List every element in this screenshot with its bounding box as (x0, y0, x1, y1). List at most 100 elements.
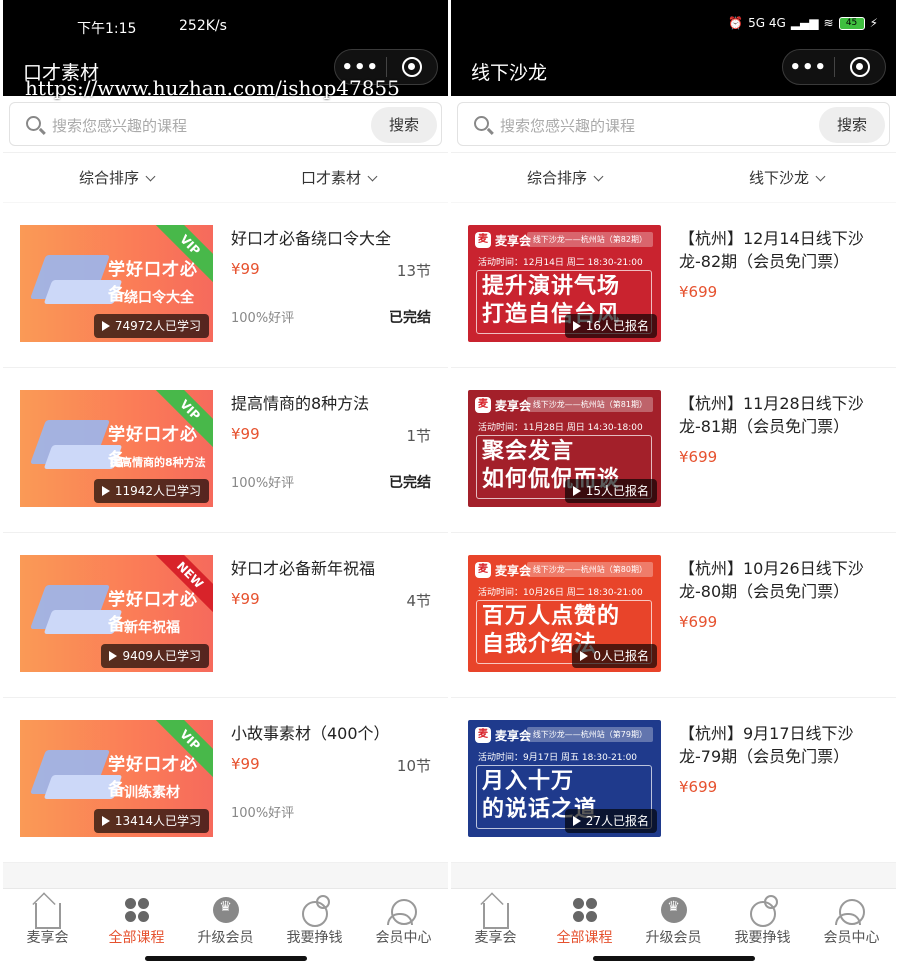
brand-name: 麦享会 (495, 233, 532, 248)
bottom-nav: 麦享会 全部课程 升级会员 我要挣钱 会员中心 (451, 888, 896, 969)
salon-price: ¥699 (679, 448, 718, 466)
category-filter[interactable]: 线下沙龙 (749, 167, 826, 188)
nav-label: 全部课程 (108, 930, 165, 946)
more-icon[interactable]: ••• (335, 57, 386, 78)
course-title[interactable]: 提高情商的8种方法 (231, 392, 436, 415)
nav-label: 升级会员 (197, 930, 254, 946)
home-indicator[interactable] (145, 956, 307, 961)
poster-line-1: 聚会发言 (482, 439, 575, 464)
search-input[interactable]: 搜索您感兴趣的课程 搜索 (457, 102, 890, 146)
search-input[interactable]: 搜索您感兴趣的课程 搜索 (9, 102, 442, 146)
salon-item[interactable]: 麦麦享会 线下沙龙——杭州站（第81期） 活动时间：11月28日 周日 14:30-… (451, 368, 896, 533)
status-bar: 下午1:15 252K/s (3, 16, 448, 40)
nav-item-member-center[interactable]: 会员中心 (807, 893, 896, 949)
signups-badge: 0人已报名 (572, 644, 657, 668)
search-button[interactable]: 搜索 (819, 107, 885, 143)
event-time: 活动时间：9月17日 周五 18:30-21:00 (478, 753, 638, 763)
nav-item-member-center[interactable]: 会员中心 (359, 893, 448, 949)
salon-poster[interactable]: 麦麦享会 线下沙龙——杭州站（第79期） 活动时间：9月17日 周五 18:30-2… (468, 720, 661, 837)
nav-item-upgrade[interactable]: 升级会员 (629, 893, 718, 949)
rating-text: 100%好评 (231, 806, 295, 821)
nav-item-all-courses[interactable]: 全部课程 (92, 893, 181, 949)
course-price: ¥99 (231, 755, 260, 773)
course-thumbnail[interactable]: 学好口才必备 新年祝福 NEW 9409人已学习 (20, 555, 213, 672)
sort-filter-label: 综合排序 (79, 169, 140, 187)
nav-item-earn[interactable]: 我要挣钱 (718, 893, 807, 949)
play-icon (101, 816, 110, 826)
brand-logo-icon: 麦 (475, 232, 491, 248)
course-thumbnail[interactable]: 学好口才必备 绕口令大全 VIP 74972人已学习 (20, 225, 213, 342)
course-item[interactable]: 学好口才必备 提高情商的8种方法 VIP 11942人已学习 提高情商的8种方法… (3, 368, 448, 533)
charging-icon: ⚡ (869, 16, 878, 30)
event-time: 活动时间：12月14日 周二 18:30-21:00 (478, 258, 643, 268)
nav-item-upgrade[interactable]: 升级会员 (181, 893, 270, 949)
thumb-subtitle: 绕口令大全 (124, 290, 194, 306)
course-title[interactable]: 好口才必备新年祝福 (231, 557, 436, 580)
more-icon[interactable]: ••• (783, 57, 834, 78)
salon-item[interactable]: 麦麦享会 线下沙龙——杭州站（第79期） 活动时间：9月17日 周五 18:30-2… (451, 698, 896, 863)
play-icon (101, 321, 110, 331)
lesson-count: 13节 (396, 262, 431, 280)
station-label: 线下沙龙——杭州站（第81期） (526, 397, 653, 412)
nav-item-home[interactable]: 麦享会 (3, 893, 92, 949)
salon-poster[interactable]: 麦麦享会 线下沙龙——杭州站（第82期） 活动时间：12月14日 周二 18:30-… (468, 225, 661, 342)
status-speed: 252K/s (179, 18, 227, 34)
alarm-icon: ⏰ (728, 16, 744, 30)
course-item[interactable]: 学好口才必备 新年祝福 NEW 9409人已学习 好口才必备新年祝福 ¥99 4… (3, 533, 448, 698)
filter-bar: 综合排序 口才素材 (3, 152, 448, 202)
nav-item-home[interactable]: 麦享会 (451, 893, 540, 949)
filter-bar: 综合排序 线下沙龙 (451, 152, 896, 202)
sort-filter[interactable]: 综合排序 (527, 167, 604, 188)
brand-logo-icon: 麦 (475, 727, 491, 743)
salon-title[interactable]: 【杭州】9月17日线下沙龙-79期（会员免门票） (679, 722, 884, 768)
nav-label: 麦享会 (474, 930, 517, 946)
nav-item-earn[interactable]: 我要挣钱 (270, 893, 359, 949)
salon-title[interactable]: 【杭州】10月26日线下沙龙-80期（会员免门票） (679, 557, 884, 603)
lesson-count: 1节 (406, 427, 431, 445)
course-item[interactable]: 学好口才必备 绕口令大全 VIP 74972人已学习 好口才必备绕口令大全 ¥9… (3, 203, 448, 368)
close-icon[interactable] (834, 57, 885, 77)
salon-title[interactable]: 【杭州】11月28日线下沙龙-81期（会员免门票） (679, 392, 884, 438)
salon-item[interactable]: 麦麦享会 线下沙龙——杭州站（第80期） 活动时间：10月26日 周二 18:30-… (451, 533, 896, 698)
search-bar: 搜索您感兴趣的课程 搜索 (451, 96, 896, 152)
course-price: ¥99 (231, 590, 260, 608)
event-time: 活动时间：11月28日 周日 14:30-18:00 (478, 423, 643, 433)
brand-mark: 麦麦享会 (475, 561, 531, 579)
user-icon (834, 899, 865, 925)
chevron-down-icon (815, 171, 826, 182)
salon-item[interactable]: 麦麦享会 线下沙龙——杭州站（第82期） 活动时间：12月14日 周二 18:30-… (451, 203, 896, 368)
crown-icon (212, 897, 239, 923)
salon-price: ¥699 (679, 283, 718, 301)
search-placeholder: 搜索您感兴趣的课程 (500, 117, 636, 135)
signups-count: 27人已报名 (585, 814, 649, 828)
signal-icon: ▂▄▆ (790, 16, 819, 30)
miniprogram-capsule[interactable]: ••• (782, 49, 886, 85)
nav-label: 我要挣钱 (734, 930, 791, 946)
nav-label: 麦享会 (26, 930, 69, 946)
sort-filter[interactable]: 综合排序 (79, 167, 156, 188)
course-thumbnail[interactable]: 学好口才必备 训练素材 VIP 13414人已学习 (20, 720, 213, 837)
course-thumbnail[interactable]: 学好口才必备 提高情商的8种方法 VIP 11942人已学习 (20, 390, 213, 507)
course-item[interactable]: 学好口才必备 训练素材 VIP 13414人已学习 小故事素材（400个） ¥9… (3, 698, 448, 863)
nav-label: 升级会员 (645, 930, 702, 946)
signups-badge: 27人已报名 (564, 809, 657, 833)
nav-item-all-courses[interactable]: 全部课程 (540, 893, 629, 949)
play-icon (572, 321, 581, 331)
close-icon[interactable] (386, 57, 437, 77)
home-icon (34, 903, 61, 929)
salon-poster[interactable]: 麦麦享会 线下沙龙——杭州站（第80期） 活动时间：10月26日 周二 18:30-… (468, 555, 661, 672)
course-price: ¥99 (231, 260, 260, 278)
home-indicator[interactable] (593, 956, 755, 961)
salon-title[interactable]: 【杭州】12月14日线下沙龙-82期（会员免门票） (679, 227, 884, 273)
salon-list: 麦麦享会 线下沙龙——杭州站（第82期） 活动时间：12月14日 周二 18:30-… (451, 203, 896, 863)
salon-poster[interactable]: 麦麦享会 线下沙龙——杭州站（第81期） 活动时间：11月28日 周日 14:30-… (468, 390, 661, 507)
search-button[interactable]: 搜索 (371, 107, 437, 143)
course-title[interactable]: 小故事素材（400个） (231, 722, 436, 745)
poster-line-1: 月入十万 (482, 769, 575, 794)
completion-status: 已完结 (389, 475, 431, 491)
chevron-down-icon (145, 171, 156, 182)
completion-status: 已完结 (389, 310, 431, 326)
course-price: ¥99 (231, 425, 260, 443)
category-filter[interactable]: 口才素材 (301, 167, 378, 188)
course-title[interactable]: 好口才必备绕口令大全 (231, 227, 436, 250)
